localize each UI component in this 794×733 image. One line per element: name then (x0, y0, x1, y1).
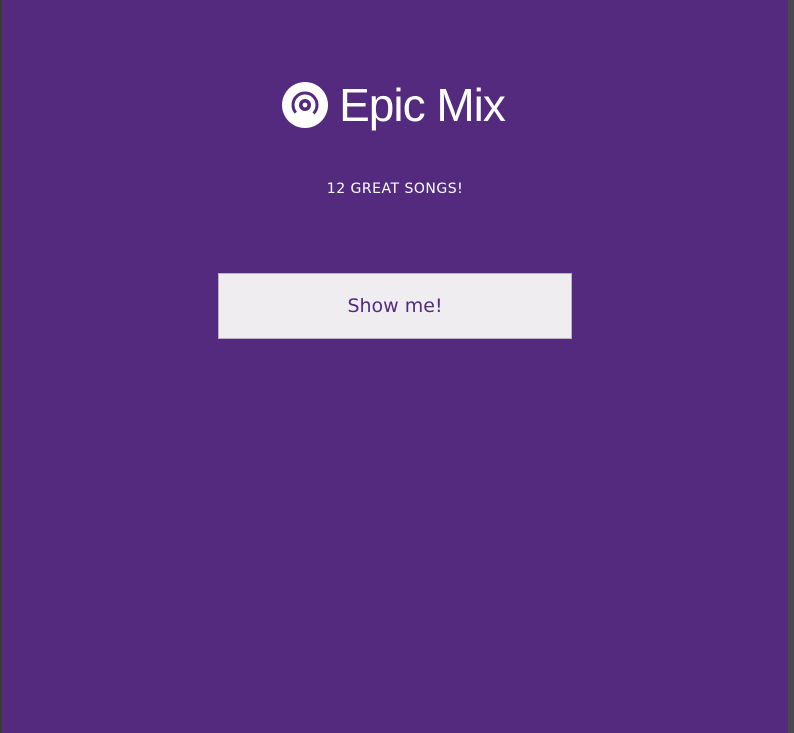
song-count-subtitle: 12 GREAT SONGS! (326, 181, 464, 197)
app-logo: Epic Mix (2, 78, 788, 132)
show-me-button[interactable]: Show me! (218, 273, 572, 339)
app-window: Epic Mix 12 GREAT SONGS! Show me! (2, 0, 788, 733)
app-name: Epic Mix (339, 79, 506, 131)
vinyl-record-icon (282, 82, 329, 128)
window-edge (788, 0, 794, 733)
